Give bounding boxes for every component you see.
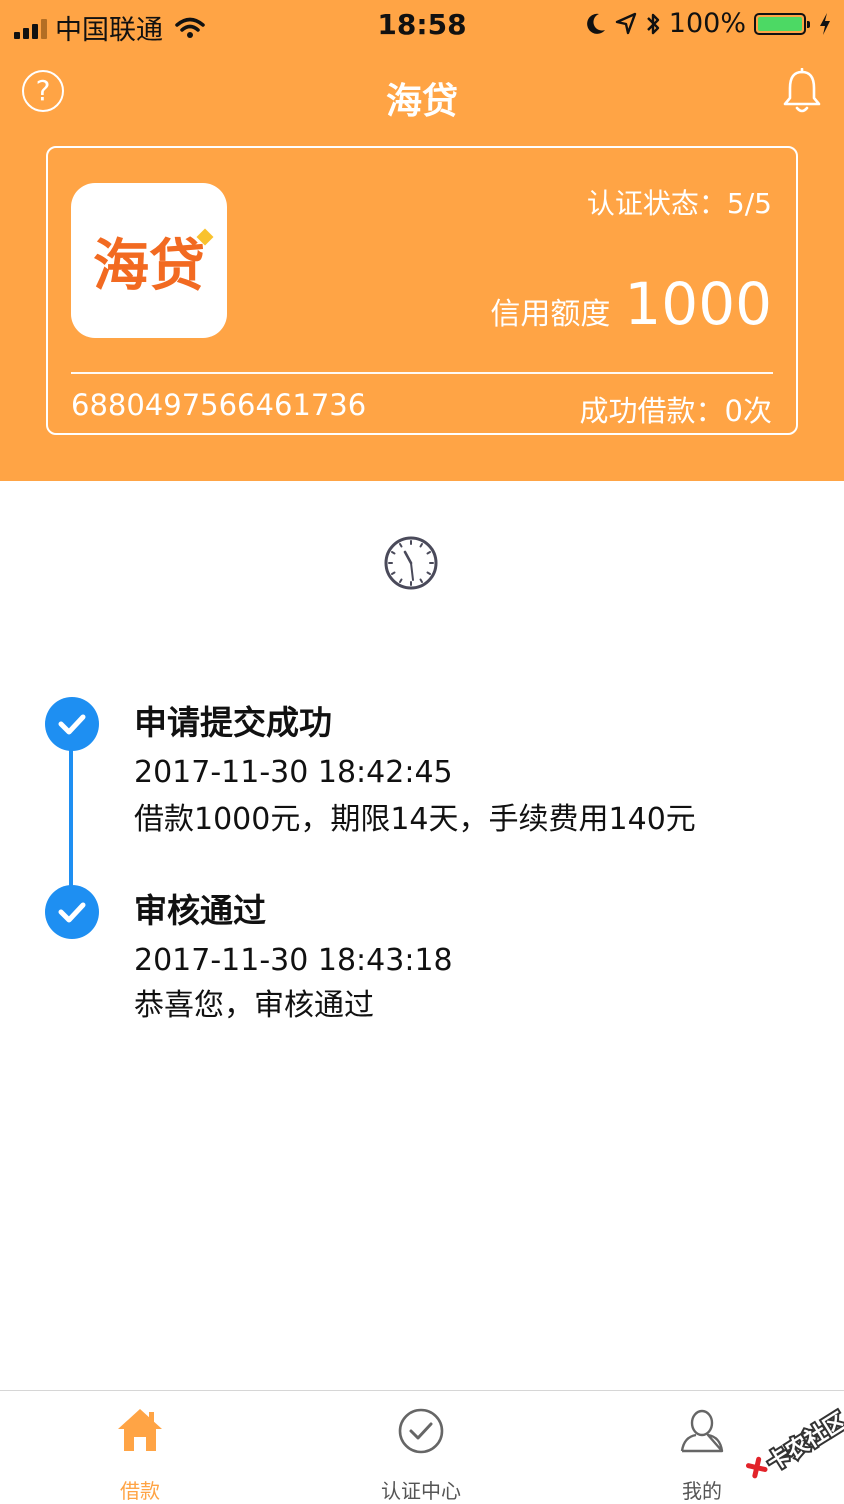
check-icon bbox=[45, 697, 99, 751]
check-icon bbox=[45, 885, 99, 939]
moon-icon bbox=[586, 13, 605, 34]
tab-loan[interactable]: 借款 bbox=[40, 1391, 240, 1503]
location-arrow-icon bbox=[615, 12, 636, 34]
home-icon bbox=[118, 1409, 162, 1451]
bluetooth-icon bbox=[646, 13, 659, 34]
svg-text:海贷: 海贷 bbox=[93, 234, 205, 299]
battery-percent: 100% bbox=[668, 8, 746, 39]
charging-bolt-icon bbox=[820, 12, 830, 35]
battery-icon bbox=[754, 12, 810, 35]
header-section: 中国联通 18:58 100% ? 海贷 海贷 认证状态：5/5 信用额度 10… bbox=[0, 0, 844, 481]
logo-mark: 海贷 bbox=[93, 228, 214, 299]
bell-icon[interactable] bbox=[780, 68, 824, 116]
credit-label: 信用额度 bbox=[490, 297, 611, 332]
user-icon bbox=[680, 1409, 724, 1453]
step-description: 恭喜您，审核通过 bbox=[134, 988, 374, 1023]
tab-bar: 借款 认证中心 我的 bbox=[0, 1390, 844, 1503]
step-time: 2017-11-30 18:42:45 bbox=[134, 755, 453, 790]
svg-text:卡农社区: 卡农社区 bbox=[763, 1408, 844, 1477]
check-circle-icon bbox=[398, 1408, 444, 1454]
card-number: 6880497566461736 bbox=[71, 388, 367, 422]
status-bar: 中国联通 18:58 100% bbox=[0, 0, 844, 48]
step-title: 审核通过 bbox=[134, 891, 266, 930]
step-description: 借款1000元，期限14天，手续费用140元 bbox=[134, 802, 696, 837]
status-right: 100% bbox=[585, 8, 832, 39]
step-title: 申请提交成功 bbox=[134, 703, 332, 742]
success-count: 成功借款：0次 bbox=[579, 394, 772, 428]
app-logo: 海贷 bbox=[71, 183, 227, 338]
credit-limit: 信用额度 1000 bbox=[490, 270, 772, 338]
step-time: 2017-11-30 18:43:18 bbox=[134, 943, 453, 978]
card-divider bbox=[71, 372, 773, 374]
clock-icon bbox=[384, 536, 438, 590]
credit-card-panel: 海贷 认证状态：5/5 信用额度 1000 6880497566461736 成… bbox=[46, 146, 798, 435]
tab-certification[interactable]: 认证中心 bbox=[321, 1391, 521, 1503]
credit-value: 1000 bbox=[624, 270, 772, 338]
watermark-logo: 卡农社区 bbox=[745, 1406, 844, 1478]
page-title: 海贷 bbox=[385, 81, 458, 122]
cert-status: 认证状态：5/5 bbox=[586, 187, 772, 220]
